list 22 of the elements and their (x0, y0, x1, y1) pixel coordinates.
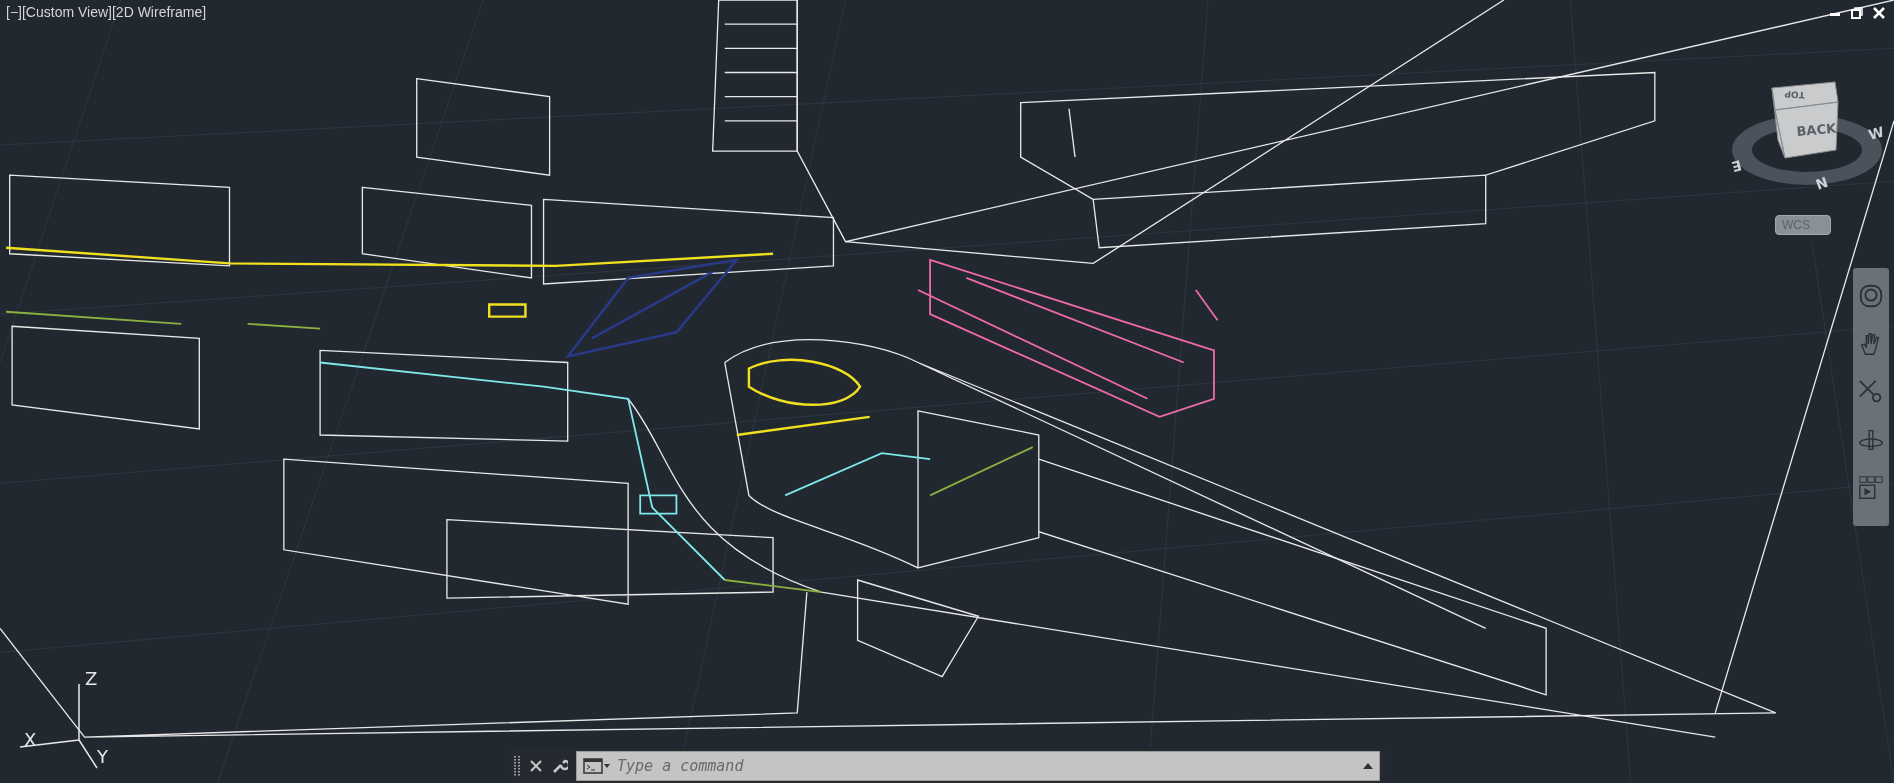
history-arrow-icon[interactable] (1363, 762, 1373, 770)
viewport-control[interactable]: [−] (6, 4, 22, 20)
close-icon[interactable] (528, 758, 544, 774)
axis-label: X (24, 729, 37, 750)
compass-letter: N (1813, 173, 1831, 193)
compass-letter: E (1729, 157, 1744, 176)
axis-label: Y (97, 746, 108, 767)
restore-icon[interactable] (1850, 6, 1864, 20)
close-icon[interactable] (1872, 6, 1886, 20)
cube-face-label: TOP (1784, 88, 1806, 100)
command-prompt-icon[interactable] (583, 758, 611, 774)
viewport-control[interactable]: [Custom View] (21, 4, 112, 20)
command-line-field[interactable]: Type a command (576, 751, 1380, 781)
viewcube-box[interactable] (1771, 81, 1839, 159)
steering-wheel-icon[interactable] (1857, 282, 1885, 310)
compass-letter: W (1866, 123, 1886, 143)
axis-label: Z (85, 668, 98, 689)
showmotion-icon[interactable] (1857, 474, 1885, 502)
grip-icon[interactable] (514, 754, 520, 778)
ucs-axes-icon (19, 683, 98, 769)
viewport-control[interactable]: [2D Wireframe] (111, 4, 207, 20)
cube-face-label: BACK (1795, 120, 1837, 139)
